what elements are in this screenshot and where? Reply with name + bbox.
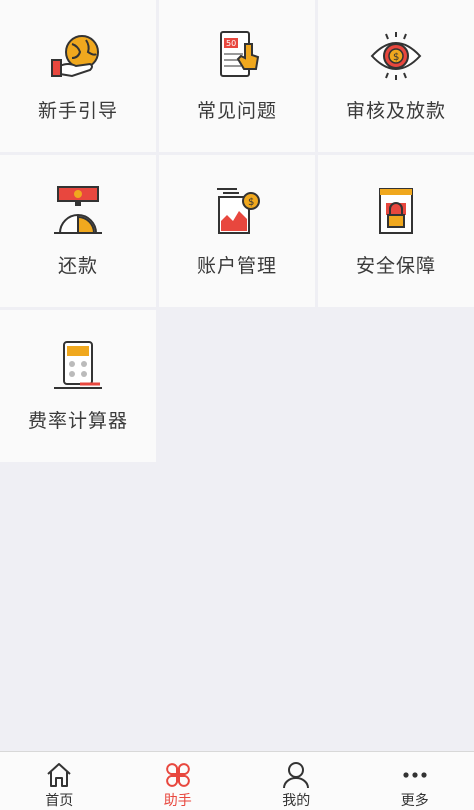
- tab-home[interactable]: 首页: [0, 752, 119, 810]
- svg-text:$: $: [393, 52, 399, 63]
- account-chart-icon: $: [217, 188, 260, 234]
- tile-label: 安全保障: [355, 255, 436, 277]
- svg-text:50: 50: [226, 39, 236, 48]
- bottom-tab-bar: 首页 助手 我的 更多: [0, 751, 474, 810]
- home-icon: [47, 763, 71, 787]
- tile-repayment[interactable]: 还款: [0, 155, 156, 307]
- stopwatch-money-icon: [54, 186, 102, 234]
- more-icon: [403, 772, 427, 778]
- svg-text:$: $: [248, 197, 254, 208]
- tile-label: 账户管理: [196, 255, 277, 277]
- tile-label: 常见问题: [196, 100, 277, 122]
- security-lock-icon: [379, 188, 413, 234]
- tab-label: 首页: [45, 793, 74, 809]
- tab-mine[interactable]: 我的: [237, 752, 356, 810]
- tab-label: 助手: [163, 793, 192, 809]
- tab-more[interactable]: 更多: [356, 752, 474, 810]
- user-icon: [283, 762, 310, 789]
- tile-security[interactable]: 安全保障: [318, 155, 474, 307]
- tile-faq[interactable]: 50 常见问题: [159, 0, 315, 152]
- tile-review-loan[interactable]: $ 审核及放款: [318, 0, 474, 152]
- tab-label: 更多: [400, 793, 429, 809]
- tile-account-management[interactable]: $ 账户管理: [159, 155, 315, 307]
- tile-newbie-guide[interactable]: 新手引导: [0, 0, 156, 152]
- tile-label: 还款: [57, 255, 98, 277]
- tab-label: 我的: [282, 793, 311, 809]
- tile-label: 费率计算器: [27, 410, 128, 432]
- tile-label: 新手引导: [37, 100, 118, 122]
- clover-icon: [165, 763, 190, 787]
- tab-assistant[interactable]: 助手: [119, 752, 238, 810]
- tile-rate-calculator[interactable]: 费率计算器: [0, 310, 156, 462]
- hand-globe-icon: [51, 35, 99, 78]
- calculator-icon: [54, 341, 102, 389]
- tile-label: 审核及放款: [345, 100, 446, 122]
- phone-touch-icon: 50: [220, 31, 260, 77]
- eye-dollar-icon: $: [370, 32, 422, 80]
